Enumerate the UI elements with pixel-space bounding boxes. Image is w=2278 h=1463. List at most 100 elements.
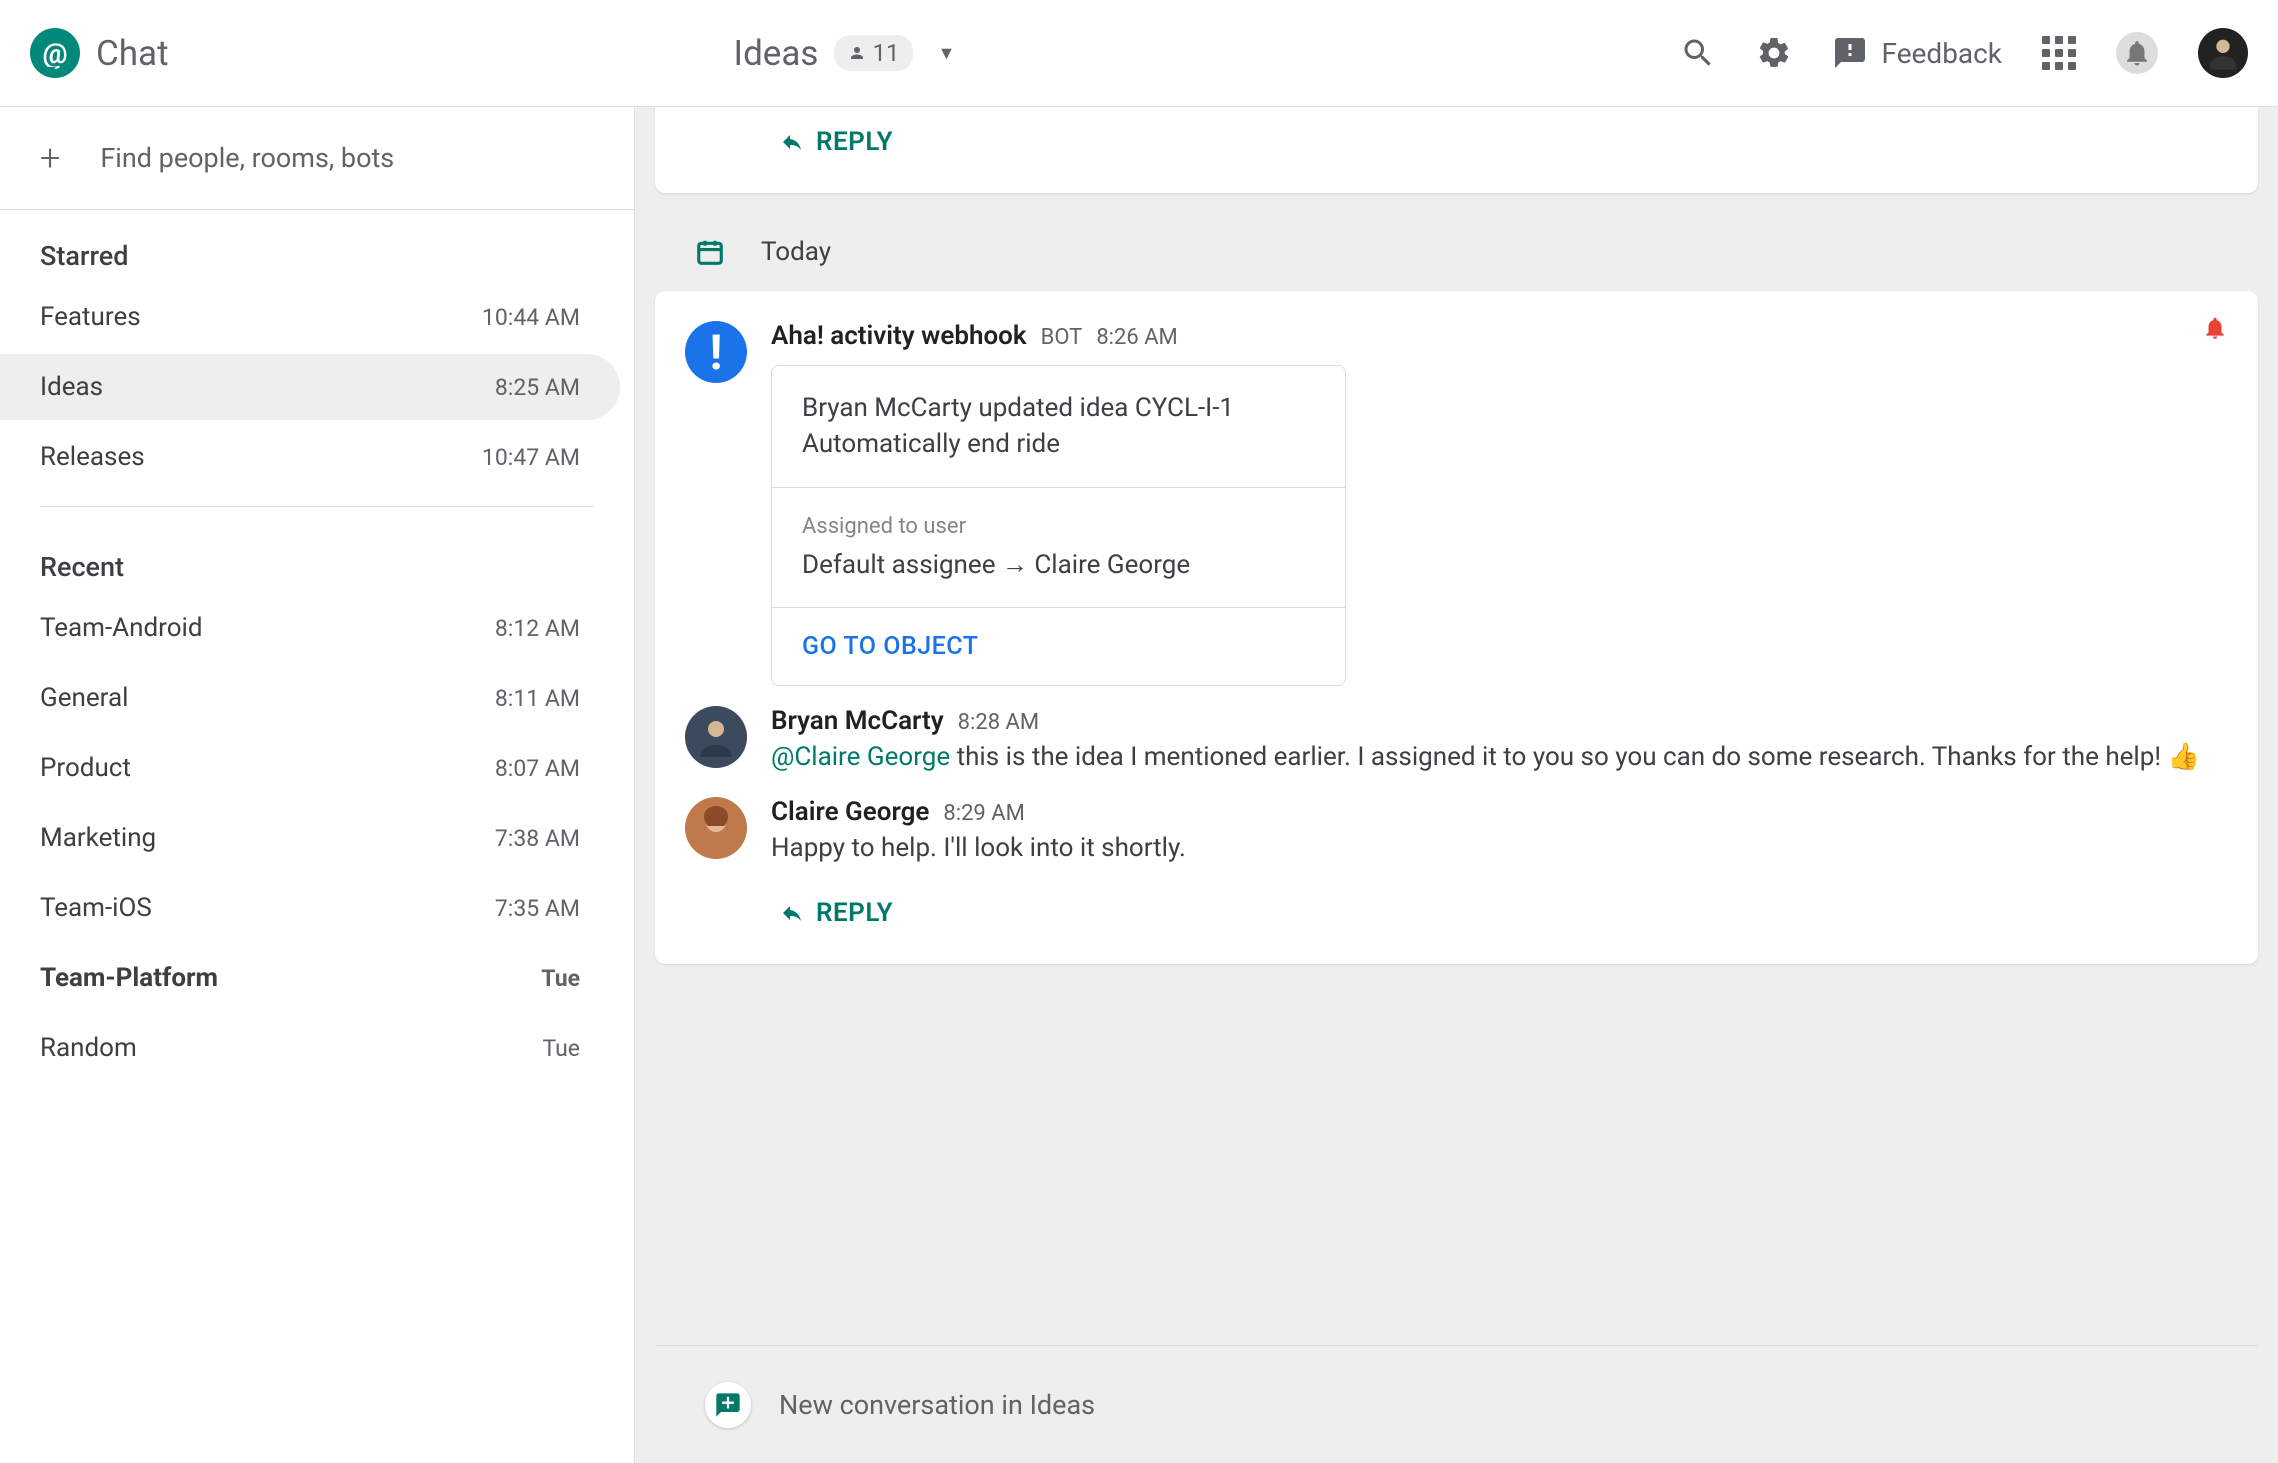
sidebar-item-releases[interactable]: Releases 10:47 AM xyxy=(0,424,620,490)
user-avatar-bryan xyxy=(685,706,747,768)
sidebar-item-label: Team-Android xyxy=(40,613,203,643)
assigned-label: Assigned to user xyxy=(802,512,1315,543)
card-line1: Bryan McCarty updated idea CYCL-I-1 xyxy=(802,390,1315,426)
reply-button[interactable]: REPLY xyxy=(685,868,2228,936)
main-conversation: REPLY Today ! Aha! activity webhook BOT … xyxy=(635,107,2278,1463)
message-header: Aha! activity webhook BOT 8:26 AM xyxy=(771,321,2228,351)
sidebar-item-label: General xyxy=(40,683,128,713)
header-actions: Feedback xyxy=(1680,28,2248,78)
sidebar-item-product[interactable]: Product 8:07 AM xyxy=(0,735,620,801)
content: + Find people, rooms, bots Starred Featu… xyxy=(0,107,2278,1463)
calendar-icon xyxy=(695,237,725,267)
room-title: Ideas xyxy=(734,33,819,74)
sidebar-item-label: Marketing xyxy=(40,823,156,853)
sidebar-item-general[interactable]: General 8:11 AM xyxy=(0,665,620,731)
sidebar-item-features[interactable]: Features 10:44 AM xyxy=(0,284,620,350)
message-body: Claire George 8:29 AM Happy to help. I'l… xyxy=(771,797,2228,868)
logo-area: @ Chat xyxy=(30,28,169,78)
message-text: @Claire George this is the idea I mentio… xyxy=(771,738,2228,777)
feedback-icon xyxy=(1832,35,1868,71)
card-action-row: GO TO OBJECT xyxy=(772,607,1345,685)
feedback-button[interactable]: Feedback xyxy=(1832,35,2002,71)
sidebar-item-label: Team-iOS xyxy=(40,893,152,923)
sidebar-item-time: 10:47 AM xyxy=(482,444,580,471)
sidebar-item-team-ios[interactable]: Team-iOS 7:35 AM xyxy=(0,875,620,941)
sidebar-item-time: 10:44 AM xyxy=(482,304,580,331)
sidebar-item-time: 7:35 AM xyxy=(495,895,580,922)
find-row[interactable]: + Find people, rooms, bots xyxy=(0,107,634,210)
new-conversation-icon[interactable] xyxy=(705,1382,751,1428)
sidebar-item-label: Ideas xyxy=(40,372,103,402)
reply-icon xyxy=(780,130,804,154)
person-icon xyxy=(848,44,866,62)
sidebar-item-time: 8:12 AM xyxy=(495,615,580,642)
message-time: 8:29 AM xyxy=(943,801,1024,826)
message-header: Bryan McCarty 8:28 AM xyxy=(771,706,2228,736)
sidebar-item-time: 8:11 AM xyxy=(495,685,580,712)
date-divider: Today xyxy=(635,213,2278,291)
reply-button[interactable]: REPLY xyxy=(685,117,2228,165)
sidebar-item-team-platform[interactable]: Team-Platform Tue xyxy=(0,945,620,1011)
sidebar-item-time: Tue xyxy=(541,965,580,992)
composer[interactable]: New conversation in Ideas xyxy=(655,1345,2258,1463)
member-count-pill[interactable]: 11 xyxy=(834,35,913,71)
app-name: Chat xyxy=(96,33,169,74)
sidebar-item-random[interactable]: Random Tue xyxy=(0,1015,620,1081)
feedback-label: Feedback xyxy=(1882,37,2002,70)
starred-header: Starred xyxy=(0,210,634,282)
sidebar-item-marketing[interactable]: Marketing 7:38 AM xyxy=(0,805,620,871)
chevron-down-icon[interactable]: ▼ xyxy=(937,43,955,64)
message-body: Bryan McCarty 8:28 AM @Claire George thi… xyxy=(771,706,2228,777)
room-header: Ideas 11 ▼ xyxy=(734,33,956,74)
date-text: Today xyxy=(761,237,831,267)
composer-placeholder: New conversation in Ideas xyxy=(779,1389,1095,1421)
message-header: Claire George 8:29 AM xyxy=(771,797,2228,827)
thread-card-previous: REPLY xyxy=(655,107,2258,193)
message-time: 8:28 AM xyxy=(958,710,1039,735)
sidebar-item-time: Tue xyxy=(542,1035,580,1062)
app-header: @ Chat Ideas 11 ▼ Feedback xyxy=(0,0,2278,107)
sidebar-item-time: 7:38 AM xyxy=(495,825,580,852)
webhook-card: Bryan McCarty updated idea CYCL-I-1 Auto… xyxy=(771,365,1346,686)
sidebar: + Find people, rooms, bots Starred Featu… xyxy=(0,107,635,1463)
message-text-body: this is the idea I mentioned earlier. I … xyxy=(950,742,2200,772)
bot-tag: BOT xyxy=(1041,325,1083,350)
user-avatar-claire xyxy=(685,797,747,859)
assigned-value: Default assignee → Claire George xyxy=(802,547,1315,583)
bell-icon[interactable] xyxy=(2116,32,2158,74)
gear-icon[interactable] xyxy=(1756,35,1792,71)
card-description: Bryan McCarty updated idea CYCL-I-1 Auto… xyxy=(772,366,1345,487)
sidebar-item-ideas[interactable]: Ideas 8:25 AM xyxy=(0,354,620,420)
plus-icon[interactable]: + xyxy=(40,137,60,179)
member-count: 11 xyxy=(872,39,899,67)
webhook-avatar-icon: ! xyxy=(685,321,747,383)
thread-card: ! Aha! activity webhook BOT 8:26 AM Brya… xyxy=(655,291,2258,964)
message-claire: Claire George 8:29 AM Happy to help. I'l… xyxy=(685,797,2228,868)
sidebar-item-label: Releases xyxy=(40,442,145,472)
sidebar-item-team-android[interactable]: Team-Android 8:12 AM xyxy=(0,595,620,661)
sidebar-item-label: Product xyxy=(40,753,131,783)
message-body: Aha! activity webhook BOT 8:26 AM Bryan … xyxy=(771,321,2228,686)
sidebar-item-label: Features xyxy=(40,302,141,332)
sidebar-item-label: Team-Platform xyxy=(40,963,218,993)
message-sender: Bryan McCarty xyxy=(771,706,944,736)
reply-icon xyxy=(780,901,804,925)
reply-label: REPLY xyxy=(816,127,893,157)
message-webhook: ! Aha! activity webhook BOT 8:26 AM Brya… xyxy=(685,321,2228,686)
find-placeholder: Find people, rooms, bots xyxy=(100,142,394,174)
message-bryan: Bryan McCarty 8:28 AM @Claire George thi… xyxy=(685,706,2228,777)
message-sender: Claire George xyxy=(771,797,929,827)
chat-logo-icon: @ xyxy=(30,28,80,78)
user-avatar[interactable] xyxy=(2198,28,2248,78)
apps-icon[interactable] xyxy=(2042,36,2076,70)
mention[interactable]: @Claire George xyxy=(771,742,950,772)
notification-bell-icon[interactable] xyxy=(2202,315,2228,341)
go-to-object-link[interactable]: GO TO OBJECT xyxy=(802,632,978,661)
message-sender: Aha! activity webhook xyxy=(771,321,1027,351)
sidebar-item-label: Random xyxy=(40,1033,137,1063)
reply-label: REPLY xyxy=(816,898,893,928)
sidebar-item-time: 8:25 AM xyxy=(495,374,580,401)
card-assignment: Assigned to user Default assignee → Clai… xyxy=(772,487,1345,607)
search-icon[interactable] xyxy=(1680,35,1716,71)
card-line2: Automatically end ride xyxy=(802,426,1315,462)
